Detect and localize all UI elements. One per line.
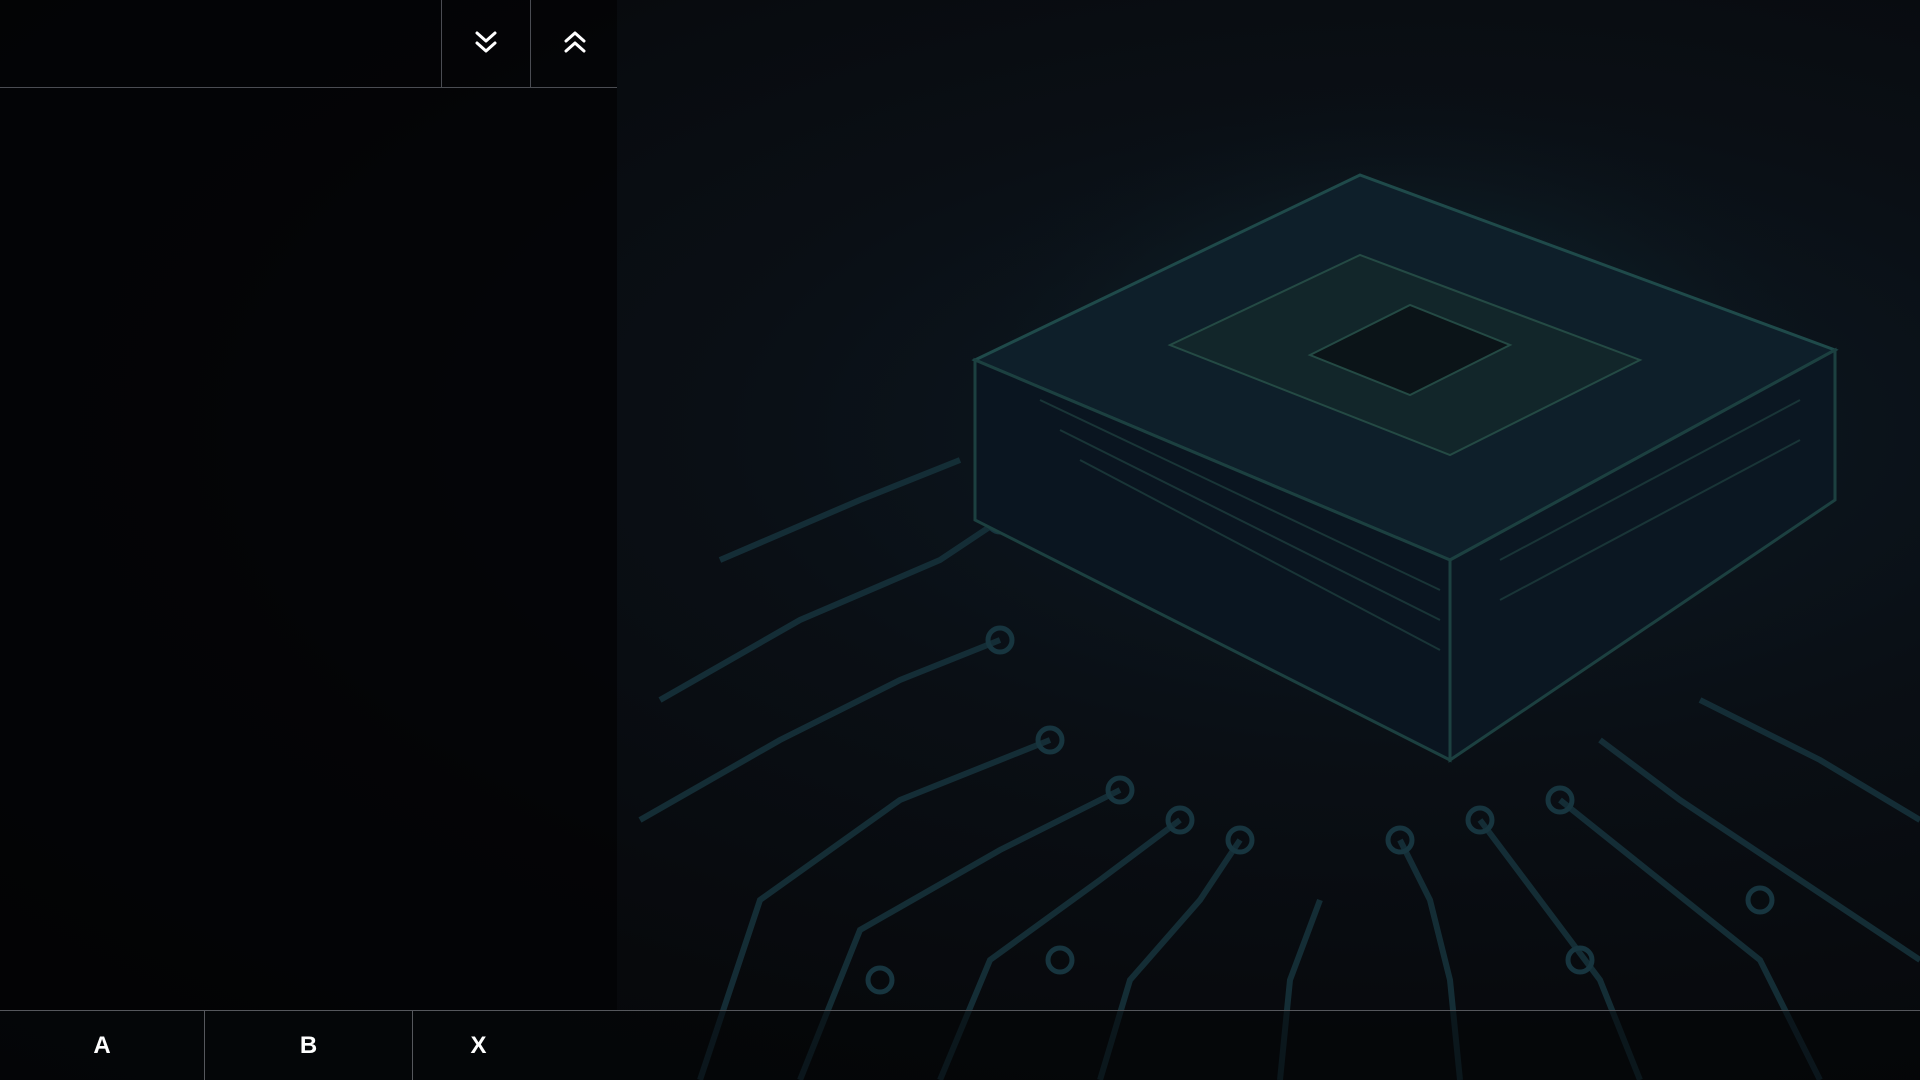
side-panel <box>0 0 617 1010</box>
chevron-double-up-icon <box>563 29 587 60</box>
app-screen: A B X <box>0 0 1920 1080</box>
panel-title <box>0 0 441 88</box>
scroll-up-button[interactable] <box>530 0 618 88</box>
button-prompt-bar: A B X <box>0 1010 1920 1080</box>
a-button-label: A <box>93 1032 111 1059</box>
top-toolbar <box>0 0 617 88</box>
b-button-prompt[interactable]: B <box>204 1011 412 1080</box>
chevron-double-down-icon <box>474 29 498 60</box>
a-button-prompt[interactable]: A <box>0 1011 204 1080</box>
scroll-down-button[interactable] <box>441 0 529 88</box>
b-button-label: B <box>299 1032 318 1059</box>
x-button-label: X <box>470 1032 487 1059</box>
x-button-prompt[interactable]: X <box>412 1011 544 1080</box>
